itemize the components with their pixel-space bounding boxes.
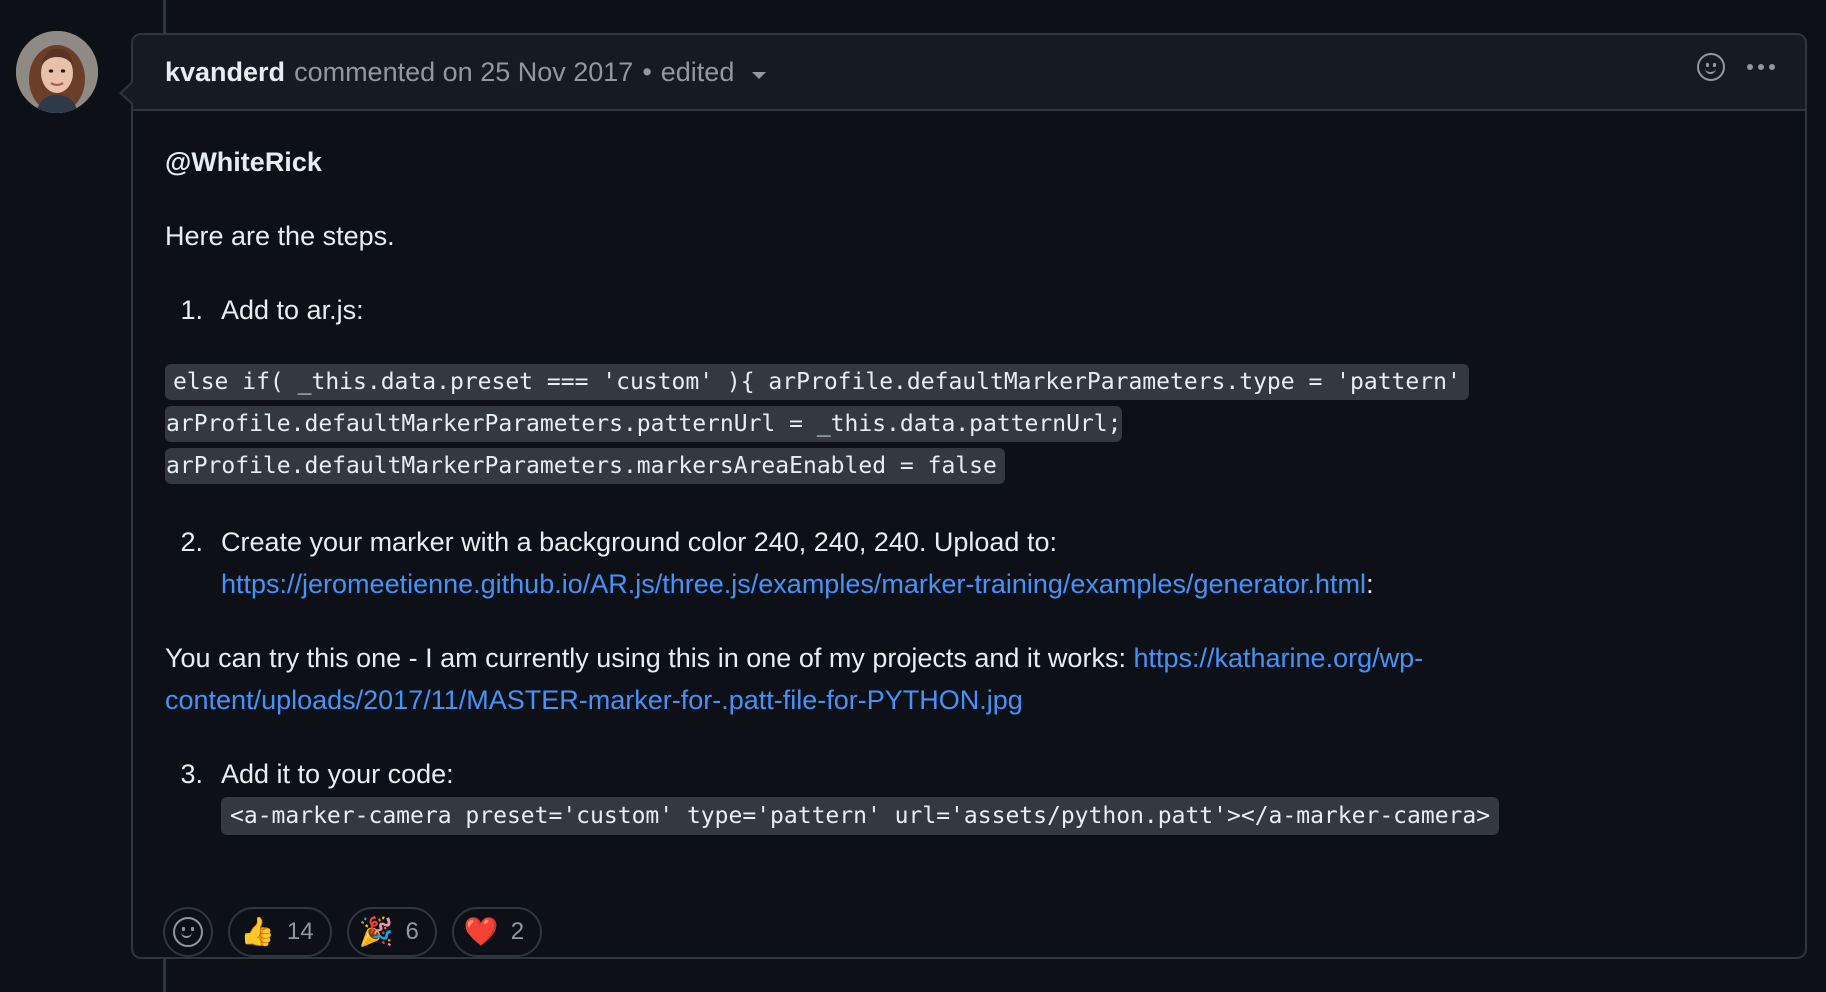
step-3-text: Add it to your code: bbox=[221, 759, 454, 789]
party-popper-icon: 🎉 bbox=[358, 916, 394, 947]
author-link[interactable]: kvanderd bbox=[165, 57, 285, 88]
header-actions bbox=[1697, 53, 1775, 81]
thumbs-up-icon: 👍 bbox=[240, 916, 275, 947]
generator-link[interactable]: https://jeromeetienne.github.io/AR.js/th… bbox=[221, 569, 1366, 599]
code-line-1: else if( _this.data.preset === 'custom' … bbox=[165, 364, 1469, 400]
marker-image-link-cont[interactable]: content/uploads/2017/11/MASTER-marker-fo… bbox=[165, 685, 1023, 715]
try-text: You can try this one - I am currently us… bbox=[165, 643, 1134, 673]
edited-dropdown[interactable]: edited bbox=[661, 57, 767, 88]
user-mention[interactable]: @WhiteRick bbox=[165, 147, 322, 178]
edited-label: edited bbox=[660, 56, 735, 87]
step-1-text: Add to ar.js: bbox=[221, 295, 364, 325]
code-line-3: arProfile.defaultMarkerParameters.marker… bbox=[165, 448, 1005, 484]
comment-date[interactable]: 25 Nov 2017 bbox=[480, 57, 633, 88]
code-line-2: arProfile.defaultMarkerParameters.patter… bbox=[165, 406, 1123, 442]
reaction-thumbs-up[interactable]: 👍 14 bbox=[228, 907, 332, 957]
step-1-number: 1. bbox=[180, 295, 203, 325]
step-2-text: Create your marker with a background col… bbox=[221, 527, 1057, 557]
reaction-hooray[interactable]: 🎉 6 bbox=[346, 907, 437, 957]
reaction-count: 6 bbox=[405, 918, 419, 945]
add-reaction-icon[interactable] bbox=[1697, 53, 1725, 81]
separator: • bbox=[642, 56, 652, 87]
comment-action: commented on bbox=[294, 56, 473, 87]
chevron-down-icon bbox=[752, 71, 767, 79]
reaction-count: 2 bbox=[510, 918, 525, 945]
marker-image-link[interactable]: https://katharine.org/wp- bbox=[1133, 643, 1423, 673]
try-paragraph-line-2: content/uploads/2017/11/MASTER-marker-fo… bbox=[165, 685, 1023, 716]
reaction-count: 14 bbox=[286, 918, 314, 945]
author-avatar[interactable] bbox=[16, 31, 98, 113]
reaction-heart[interactable]: ❤️ 2 bbox=[451, 907, 543, 957]
code-snippet-step-3: <a-marker-camera preset='custom' type='p… bbox=[221, 797, 1500, 835]
intro-paragraph: Here are the steps. bbox=[165, 221, 395, 251]
heart-icon: ❤️ bbox=[463, 916, 499, 947]
smiley-icon bbox=[173, 917, 203, 947]
add-reaction-button[interactable] bbox=[163, 907, 213, 957]
comment-box: kvanderd commented on 25 Nov 2017 • edit… bbox=[119, 33, 1807, 959]
step-2-link-line: https://jeromeetienne.github.io/AR.js/th… bbox=[221, 569, 1374, 599]
comment-header: kvanderd commented on 25 Nov 2017 • edit… bbox=[133, 35, 1805, 111]
step-3-number: 3. bbox=[180, 759, 203, 789]
more-options-icon[interactable] bbox=[1747, 64, 1775, 70]
reactions-bar: 👍 14 🎉 6 ❤️ 2 bbox=[163, 907, 543, 957]
step-2-number: 2. bbox=[180, 527, 203, 557]
try-paragraph: You can try this one - I am currently us… bbox=[165, 643, 1423, 674]
avatar-image bbox=[16, 31, 98, 113]
